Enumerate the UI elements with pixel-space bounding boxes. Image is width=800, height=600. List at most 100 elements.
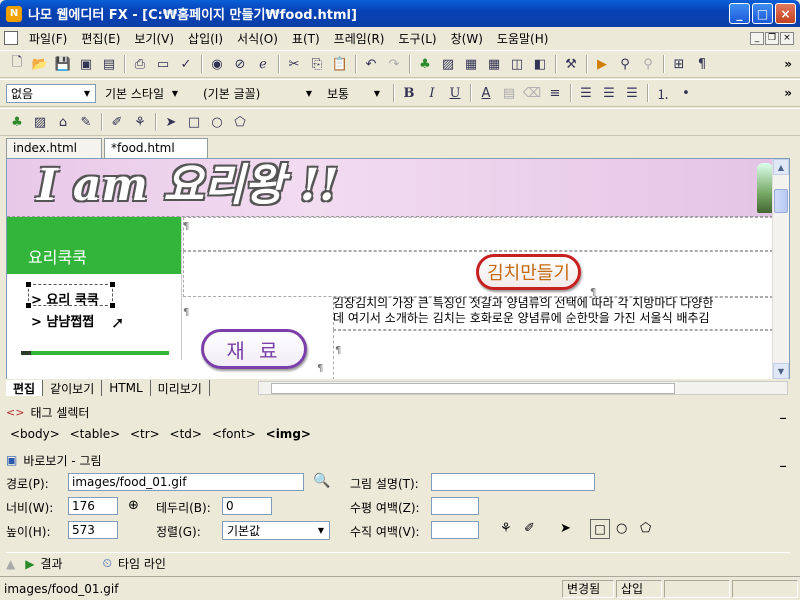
close-button[interactable]: × <box>775 3 796 24</box>
menu-file[interactable]: 파일(F) <box>22 30 74 47</box>
underline-button[interactable]: U <box>444 82 466 104</box>
tag-tr[interactable]: <tr> <box>130 427 160 441</box>
grid-icon[interactable]: ⊞ <box>668 53 690 75</box>
doc-minimize-button[interactable]: _ <box>750 31 764 45</box>
timeline-tab[interactable]: 타임 라인 <box>118 555 166 572</box>
new-file-icon[interactable]: 🗋 <box>6 53 28 75</box>
save-all-icon[interactable]: ▣ <box>75 53 97 75</box>
edit-image-icon[interactable]: ✎ <box>75 111 97 133</box>
copy-icon[interactable]: ⎘ <box>306 53 328 75</box>
cut-icon[interactable]: ✂ <box>283 53 305 75</box>
left-menu-image[interactable]: 요리쿡쿡 > 요리 쿡쿡 > 냠냠쩝쩝 <box>7 217 182 360</box>
tag-font[interactable]: <font> <box>212 427 256 441</box>
toolbar-more-icon[interactable]: » <box>784 57 792 71</box>
pointer-icon[interactable]: ➤ <box>560 521 571 536</box>
menu-view[interactable]: 보기(V) <box>127 30 181 47</box>
tag-table[interactable]: <table> <box>70 427 121 441</box>
resize-handle[interactable] <box>110 303 115 308</box>
doc-close-button[interactable]: × <box>780 31 794 45</box>
web-globe-icon[interactable]: ◉ <box>206 53 228 75</box>
insert-media-icon[interactable]: ▦ <box>460 53 482 75</box>
image-tools-icon[interactable]: ⚘ <box>129 111 151 133</box>
namo-app-icon[interactable]: N <box>6 5 22 22</box>
stop-icon[interactable]: ⊘ <box>229 53 251 75</box>
menu-tools[interactable]: 도구(L) <box>391 30 443 47</box>
redo-icon[interactable]: ↷ <box>383 53 405 75</box>
tab-food-html[interactable]: *food.html <box>104 138 208 159</box>
image-properties-icon[interactable]: ✐ <box>106 111 128 133</box>
circle-tool-icon[interactable]: ○ <box>206 111 228 133</box>
align-center-icon[interactable]: ☰ <box>598 82 620 104</box>
clear-format-icon[interactable]: ⌫ <box>521 82 543 104</box>
panel-minimize-button[interactable]: _ <box>780 453 786 467</box>
undo-icon[interactable]: ↶ <box>360 53 382 75</box>
menu-window[interactable]: 창(W) <box>444 30 490 47</box>
scroll-down-icon[interactable]: ▼ <box>773 363 789 379</box>
doc-restore-button[interactable]: ❐ <box>765 31 779 45</box>
editor-canvas[interactable]: I am 요리왕 !! 요리쿡쿡 > 요리 쿡쿡 > 냠냠쩝쩝 ➚ ¶ ¶ ¶ … <box>6 158 790 380</box>
browse-icon[interactable]: 🔍 <box>313 473 330 489</box>
play-icon[interactable]: ▶ <box>591 53 613 75</box>
menu-table[interactable]: 표(T) <box>285 30 327 47</box>
font-select[interactable]: (기본 글꼴) ▼ <box>188 84 318 103</box>
image-icon[interactable]: ▨ <box>29 111 51 133</box>
result-tab[interactable]: 결과 <box>40 555 62 572</box>
font-size-select[interactable]: 보통 ▼ <box>322 84 386 103</box>
bullet-list-icon[interactable]: • <box>675 82 697 104</box>
publish-icon[interactable]: ▤ <box>98 53 120 75</box>
link-yori-kukkuk[interactable]: > 요리 쿡쿡 <box>31 287 99 309</box>
font-color-icon[interactable]: A <box>475 82 497 104</box>
indent-format-icon[interactable]: ≡ <box>544 82 566 104</box>
maximize-button[interactable]: □ <box>752 3 773 24</box>
menu-edit[interactable]: 편집(E) <box>74 30 127 47</box>
browser-icon[interactable]: ℯ <box>252 53 274 75</box>
unlink-icon[interactable]: ⚲ <box>637 53 659 75</box>
numbered-list-icon[interactable]: ⒈ <box>652 82 674 104</box>
save-icon[interactable]: 💾 <box>52 53 74 75</box>
expand-icon[interactable]: ▲ <box>6 557 15 571</box>
layer-icon[interactable]: ◫ <box>506 53 528 75</box>
tag-td[interactable]: <td> <box>170 427 202 441</box>
polygon-tool-icon[interactable]: ⬠ <box>229 111 251 133</box>
description-input[interactable] <box>431 473 595 491</box>
tab-split[interactable]: 같이보기 <box>43 380 103 396</box>
open-folder-icon[interactable]: 📂 <box>29 53 51 75</box>
width-input[interactable]: 176 <box>68 497 118 515</box>
tab-preview[interactable]: 미리보기 <box>151 380 210 396</box>
circle-tool-icon[interactable]: ○ <box>616 521 627 536</box>
tab-index-html[interactable]: index.html <box>6 138 102 158</box>
image-map-icon[interactable]: ⚘ <box>500 521 512 536</box>
minimize-button[interactable]: _ <box>729 3 750 24</box>
bold-button[interactable]: B <box>398 82 420 104</box>
rectangle-tool-icon[interactable]: □ <box>590 519 610 539</box>
polygon-tool-icon[interactable]: ⬠ <box>640 521 651 536</box>
menu-insert[interactable]: 삽입(I) <box>181 30 230 47</box>
paragraph-style-select[interactable]: 없음 ▼ <box>6 83 96 103</box>
align-left-icon[interactable]: ☰ <box>575 82 597 104</box>
tab-edit[interactable]: 편집 <box>6 380 44 396</box>
highlight-icon[interactable]: ▤ <box>498 82 520 104</box>
image-icon[interactable]: ▨ <box>437 53 459 75</box>
base-style-select[interactable]: 기본 스타일 ▼ <box>100 84 184 103</box>
tools-icon[interactable]: ⚒ <box>560 53 582 75</box>
pointer-icon[interactable]: ➤ <box>160 111 182 133</box>
align-select[interactable]: 기본값 ▼ <box>222 521 330 540</box>
link-nyamnyam[interactable]: > 냠냠쩝쩝 <box>31 309 99 331</box>
document-icon[interactable] <box>4 31 18 45</box>
tree-icon[interactable]: ♣ <box>6 111 28 133</box>
toolbar-more-icon[interactable]: » <box>784 86 792 100</box>
tag-img[interactable]: <img> <box>266 427 311 441</box>
menu-frame[interactable]: 프레임(R) <box>327 30 392 47</box>
paragraph-mark-icon[interactable]: ¶ <box>691 53 713 75</box>
resize-handle[interactable] <box>110 282 115 287</box>
scroll-thumb[interactable] <box>271 383 675 394</box>
spellcheck-icon[interactable]: ✓ <box>175 53 197 75</box>
panel-minimize-button[interactable]: _ <box>780 405 786 419</box>
tree-icon[interactable]: ♣ <box>414 53 436 75</box>
frame-icon[interactable]: ◧ <box>529 53 551 75</box>
italic-button[interactable]: I <box>421 82 443 104</box>
print-icon[interactable]: ⎙ <box>129 53 151 75</box>
preview-icon[interactable]: ▭ <box>152 53 174 75</box>
kimchi-making-button[interactable]: 김치만들기 <box>476 254 581 290</box>
menu-format[interactable]: 서식(O) <box>230 30 285 47</box>
